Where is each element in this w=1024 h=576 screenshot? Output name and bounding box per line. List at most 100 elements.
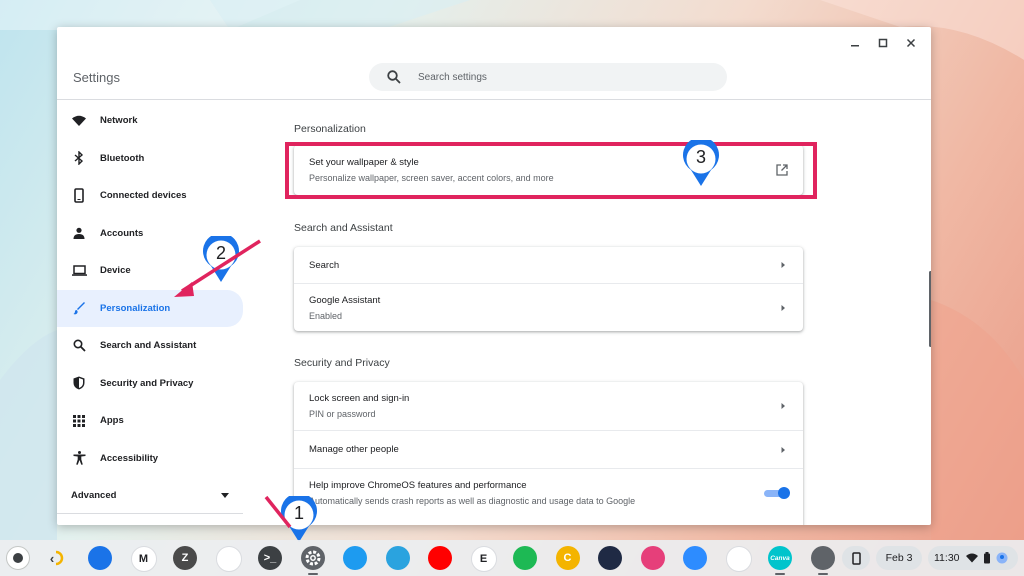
shelf: ‹ M Z >_ E C Canva Feb 3 11:30 xyxy=(0,540,1024,576)
row-title: Manage other people xyxy=(309,444,399,455)
app-title: Settings xyxy=(73,70,120,85)
sidebar-item-accessibility[interactable]: Accessibility xyxy=(57,440,243,478)
spotify-icon[interactable] xyxy=(513,546,537,570)
wifi-icon xyxy=(965,553,978,563)
search-bar[interactable] xyxy=(369,63,727,91)
card-search-assistant: Search Google Assistant Enabled xyxy=(294,247,803,331)
sidebar-item-security-privacy[interactable]: Security and Privacy xyxy=(57,365,243,403)
files-icon[interactable] xyxy=(88,546,112,570)
photo-app-icon[interactable] xyxy=(640,546,665,570)
screenshot-app-icon[interactable] xyxy=(810,546,835,570)
running-indicator xyxy=(817,573,828,575)
telegram-icon[interactable] xyxy=(385,546,410,570)
apps-grid-icon xyxy=(71,413,87,429)
scrollbar[interactable] xyxy=(929,271,931,347)
sidebar-item-label: Bluetooth xyxy=(100,152,145,164)
account-avatar-icon xyxy=(996,552,1007,564)
battery-icon xyxy=(983,552,990,564)
arrow-to-settings xyxy=(264,495,292,529)
laptop-icon xyxy=(71,263,87,279)
row-lock-screen[interactable]: Lock screen and sign-in PIN or password xyxy=(294,382,803,430)
z-app-icon[interactable]: Z xyxy=(173,546,197,570)
section-title-search-assistant: Search and Assistant xyxy=(294,222,393,234)
row-title: Help improve ChromeOS features and perfo… xyxy=(309,480,527,491)
window-controls xyxy=(843,31,923,55)
phone-hub-button[interactable] xyxy=(842,546,870,570)
row-subtitle: Automatically sends crash reports as wel… xyxy=(309,496,636,506)
chevron-right-icon xyxy=(781,262,785,268)
sidebar-item-network[interactable]: Network xyxy=(57,102,243,140)
play-store-icon[interactable] xyxy=(725,546,752,572)
dropdown-arrow-icon xyxy=(221,492,229,498)
gmail-icon[interactable]: M xyxy=(130,546,157,572)
row-improve-chromeos[interactable]: Help improve ChromeOS features and perfo… xyxy=(294,468,803,517)
chevron-right-icon xyxy=(781,403,785,409)
section-title-security-privacy: Security and Privacy xyxy=(294,357,390,369)
chevron-right-icon xyxy=(781,304,785,311)
row-subtitle: Enabled xyxy=(309,310,343,321)
search-icon xyxy=(387,70,401,84)
sidebar-item-label: Device xyxy=(100,265,131,277)
card-security-privacy: Lock screen and sign-in PIN or password … xyxy=(294,382,803,525)
minimize-icon[interactable] xyxy=(843,31,867,55)
advanced-label: Advanced xyxy=(71,489,117,501)
search-icon xyxy=(71,338,87,354)
sidebar-item-connected-devices[interactable]: Connected devices xyxy=(57,177,243,215)
sidebar-item-label: Search and Assistant xyxy=(100,340,197,352)
arrow-to-personalization xyxy=(174,239,261,297)
loading-icon xyxy=(54,546,68,570)
section-title-personalization: Personalization xyxy=(294,123,366,135)
search-input[interactable] xyxy=(416,70,700,84)
sidebar-item-label: Security and Privacy xyxy=(100,377,194,389)
brush-icon xyxy=(71,300,87,316)
shelf-app-list: ‹ M Z >_ E C Canva xyxy=(0,540,1024,576)
twitter-icon[interactable] xyxy=(343,546,367,570)
header-divider xyxy=(57,99,931,100)
settings-icon[interactable] xyxy=(300,546,325,570)
bluetooth-icon xyxy=(71,150,87,166)
google-drive-icon[interactable] xyxy=(215,546,242,572)
improve-toggle[interactable] xyxy=(764,487,790,499)
phone-icon xyxy=(851,551,861,565)
launcher-icon[interactable] xyxy=(6,546,30,570)
screen-app-icon[interactable] xyxy=(598,546,622,570)
canva-icon[interactable]: Canva xyxy=(768,546,792,570)
date-text: Feb 3 xyxy=(885,552,913,564)
zoom-icon[interactable] xyxy=(683,546,707,570)
sidebar-item-label: Network xyxy=(100,115,138,127)
row-title: Search xyxy=(309,259,340,271)
maximize-icon[interactable] xyxy=(871,31,895,55)
sidebar-advanced-toggle[interactable]: Advanced xyxy=(57,480,243,510)
person-icon xyxy=(71,225,87,241)
row-google-assistant[interactable]: Google Assistant Enabled xyxy=(294,283,803,331)
sidebar-item-label: Accessibility xyxy=(100,452,159,464)
shield-icon xyxy=(71,375,87,391)
sidebar-item-search-assistant[interactable]: Search and Assistant xyxy=(57,327,243,365)
terminal-icon[interactable]: >_ xyxy=(258,546,282,570)
row-title: Google Assistant xyxy=(309,294,381,306)
sidebar-item-label: Connected devices xyxy=(100,190,187,202)
wifi-icon xyxy=(71,113,87,129)
running-indicator xyxy=(775,573,785,575)
row-title: Lock screen and sign-in xyxy=(309,393,410,404)
status-tray[interactable]: 11:30 xyxy=(928,546,1018,570)
sidebar-item-apps[interactable]: Apps xyxy=(57,402,243,440)
row-manage-people[interactable]: Manage other people xyxy=(294,430,803,468)
sidebar: Network Bluetooth Connected devices Acco… xyxy=(57,102,243,510)
e-app-icon[interactable]: E xyxy=(470,546,497,572)
time-text: 11:30 xyxy=(934,552,960,564)
row-subtitle: PIN or password xyxy=(309,409,376,419)
row-search[interactable]: Search xyxy=(294,247,803,283)
chevron-right-icon xyxy=(781,446,785,453)
sidebar-item-label: Accounts xyxy=(100,227,144,239)
running-indicator xyxy=(307,573,318,575)
toggle-knob xyxy=(778,487,790,499)
sidebar-divider xyxy=(57,513,243,514)
step-label-3: 3 xyxy=(695,147,706,167)
date-tray[interactable]: Feb 3 xyxy=(876,546,922,570)
phone-icon xyxy=(71,188,87,204)
youtube-icon[interactable] xyxy=(428,546,452,570)
close-icon[interactable] xyxy=(899,31,923,55)
sidebar-item-bluetooth[interactable]: Bluetooth xyxy=(57,140,243,178)
c-app-icon[interactable]: C xyxy=(555,546,580,570)
